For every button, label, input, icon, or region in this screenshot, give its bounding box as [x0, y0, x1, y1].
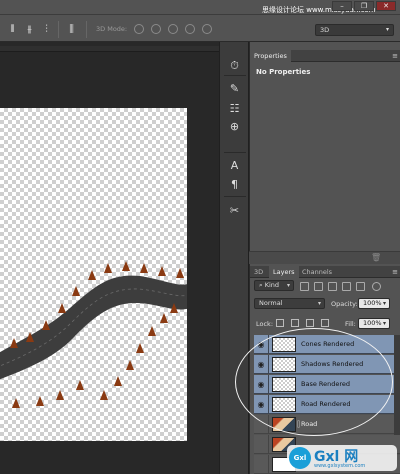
visibility-toggle[interactable]	[254, 435, 269, 454]
pixel-filter-icon[interactable]	[300, 282, 309, 291]
strip-divider	[224, 196, 246, 197]
properties-title: No Properties	[256, 68, 311, 76]
fill-value: 100%	[363, 319, 382, 327]
lock-label: Lock:	[256, 320, 274, 328]
chevron-down-icon: ▾	[317, 300, 321, 307]
lock-transparent-icon[interactable]	[276, 319, 284, 327]
properties-tab-row: Properties ≡	[250, 50, 400, 62]
chevron-down-icon: ▾	[385, 26, 389, 33]
align-left-icon[interactable]: ⫴	[7, 24, 18, 35]
lock-position-icon[interactable]	[306, 319, 314, 327]
align-center-icon[interactable]: ⫵	[24, 24, 35, 35]
filter-toggle-icon[interactable]	[372, 282, 381, 291]
brush-icon[interactable]: ✎	[228, 82, 241, 95]
layers-tab-row: 3D Layers Channels ≡	[250, 266, 400, 278]
slide-3d-icon[interactable]	[185, 24, 195, 34]
lock-all-icon[interactable]	[321, 319, 329, 327]
pan-3d-icon[interactable]	[168, 24, 178, 34]
blend-mode-value: Normal	[259, 299, 283, 307]
trash-icon[interactable]: 🗑	[371, 254, 381, 262]
smart-object-filter-icon[interactable]	[356, 282, 365, 291]
photoshop-window: 思缘设计论坛 www.missyuan.com – ❐ ✕ ⫴ ⫵ ⫶ ⫼ 3D…	[0, 0, 400, 474]
align-right-icon[interactable]: ⫶	[41, 24, 52, 35]
type-filter-icon[interactable]	[328, 282, 337, 291]
adjustment-filter-icon[interactable]	[314, 282, 323, 291]
tools-icon[interactable]: ✂	[228, 204, 241, 217]
document-canvas[interactable]	[0, 108, 187, 441]
clone-source-icon[interactable]: ⊕	[228, 120, 241, 133]
roll-3d-icon[interactable]	[151, 24, 161, 34]
layers-menu-icon[interactable]: ≡	[392, 268, 398, 276]
tab-3d[interactable]: 3D	[250, 266, 267, 278]
chevron-down-icon: ▾	[382, 300, 386, 307]
opacity-input[interactable]: 100% ▾	[358, 298, 390, 309]
fill-label: Fill:	[345, 320, 356, 328]
restore-button[interactable]: ❐	[354, 1, 374, 11]
lock-pixels-icon[interactable]	[291, 319, 299, 327]
opacity-value: 100%	[363, 299, 382, 307]
visibility-toggle[interactable]	[254, 455, 269, 474]
brush-presets-icon[interactable]: ☷	[228, 102, 241, 115]
watermark-url: www.gxlsystem.com	[314, 463, 366, 469]
tab-layers[interactable]: Layers	[269, 266, 299, 278]
scale-3d-icon[interactable]	[202, 24, 212, 34]
toolbar-divider	[58, 21, 59, 38]
watermark-logo: Gxl	[289, 447, 311, 469]
workspace-dropdown[interactable]: 3D ▾	[315, 24, 394, 36]
3d-mode-label: 3D Mode:	[96, 25, 128, 33]
tab-properties[interactable]: Properties	[250, 50, 291, 62]
panel-menu-icon[interactable]: ≡	[392, 52, 398, 60]
chevron-down-icon: ▾	[286, 282, 290, 289]
blend-mode-dropdown[interactable]: Normal ▾	[254, 298, 325, 309]
road-artwork	[0, 261, 187, 408]
toolbar-divider	[86, 21, 87, 38]
paragraph-icon[interactable]: ¶	[228, 178, 241, 191]
window-controls: – ❐ ✕	[312, 0, 400, 12]
panel-icon-strip: ⏱ ✎ ☷ ⊕ A ¶ ✂	[219, 42, 249, 474]
strip-divider	[224, 152, 246, 153]
chevron-down-icon: ▾	[382, 320, 386, 327]
distribute-icon[interactable]: ⫼	[66, 24, 77, 35]
highlight-ellipse	[235, 328, 393, 436]
rotate-3d-icon[interactable]	[134, 24, 144, 34]
minimize-button[interactable]: –	[332, 1, 352, 11]
tab-channels[interactable]: Channels	[298, 266, 336, 278]
document-tab-bar	[0, 46, 219, 52]
close-button[interactable]: ✕	[376, 1, 396, 11]
history-icon[interactable]: ⏱	[228, 59, 241, 72]
filter-kind-dropdown[interactable]: ⌕ Kind ▾	[254, 280, 294, 291]
character-icon[interactable]: A	[228, 159, 241, 172]
strip-divider	[224, 75, 246, 76]
opacity-label: Opacity:	[331, 300, 358, 308]
layers-scrollbar[interactable]	[394, 335, 400, 435]
fill-input[interactable]: 100% ▾	[358, 318, 390, 329]
workspace-value: 3D	[320, 26, 330, 34]
filter-kind-value: Kind	[264, 281, 280, 289]
shape-filter-icon[interactable]	[342, 282, 351, 291]
